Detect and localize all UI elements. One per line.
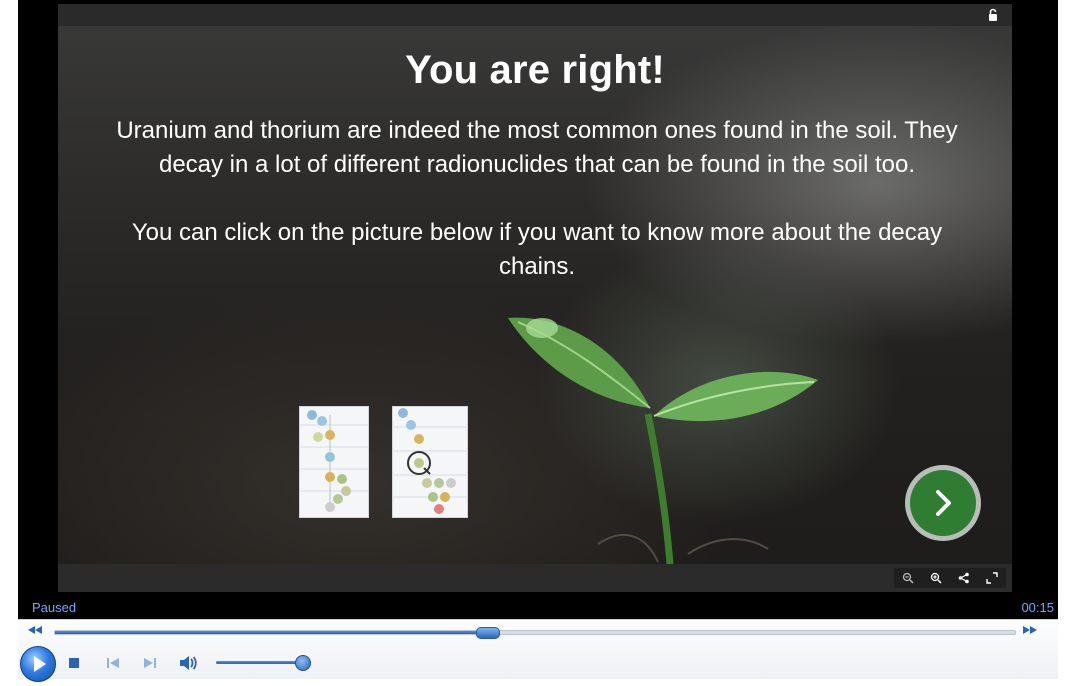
zoom-in-icon [930, 572, 942, 584]
slide-tool-group [894, 568, 1006, 588]
stop-button[interactable] [64, 653, 84, 673]
lock-icon[interactable] [986, 8, 1000, 22]
seek-bar[interactable] [54, 627, 1016, 639]
volume-icon [180, 656, 197, 670]
next-button[interactable] [905, 465, 981, 541]
seek-bar-thumb[interactable] [476, 627, 500, 639]
play-button[interactable] [20, 646, 56, 682]
share-button[interactable] [954, 568, 974, 588]
slide-paragraph-2: You can click on the picture below if yo… [131, 219, 943, 280]
zoom-in-button[interactable] [926, 568, 946, 588]
player-controls [18, 619, 1058, 682]
decay-chain-diagram-icon [300, 410, 368, 512]
zoom-out-icon [902, 572, 914, 584]
playback-status: Paused [32, 600, 77, 615]
stop-icon [69, 658, 79, 668]
previous-icon [107, 658, 119, 668]
previous-button[interactable] [103, 653, 123, 673]
decay-chain-thumbnail-uranium[interactable] [299, 406, 369, 518]
slide: You are right! Uranium and thorium are i… [58, 4, 1012, 592]
decay-chain-thumbnail-thorium[interactable] [392, 406, 468, 518]
chevron-right-icon [936, 490, 951, 516]
volume-slider-thumb[interactable] [295, 655, 311, 671]
fullscreen-button[interactable] [982, 568, 1002, 588]
slide-toolbar [58, 564, 1012, 592]
rewind-icon[interactable] [28, 626, 42, 634]
decay-chain-diagram-icon [393, 408, 467, 514]
fullscreen-icon [986, 572, 998, 584]
next-icon [144, 658, 156, 668]
video-area: You are right! Uranium and thorium are i… [18, 0, 1058, 597]
player-status-bar: Paused 00:15 [18, 597, 1058, 619]
zoom-out-button[interactable] [898, 568, 918, 588]
mute-button[interactable] [178, 653, 198, 673]
slide-body: Uranium and thorium are indeed the most … [102, 114, 972, 284]
next-track-button[interactable] [140, 653, 160, 673]
slide-paragraph-1: Uranium and thorium are indeed the most … [116, 117, 958, 178]
slide-title: You are right! [405, 48, 665, 92]
play-icon [34, 656, 46, 672]
share-icon [958, 572, 969, 584]
playback-time: 00:15 [1021, 600, 1054, 615]
seek-bar-progress [55, 631, 487, 634]
fast-forward-icon[interactable] [1023, 626, 1037, 634]
slide-top-bar [58, 4, 1012, 26]
sprout-image [508, 317, 818, 564]
